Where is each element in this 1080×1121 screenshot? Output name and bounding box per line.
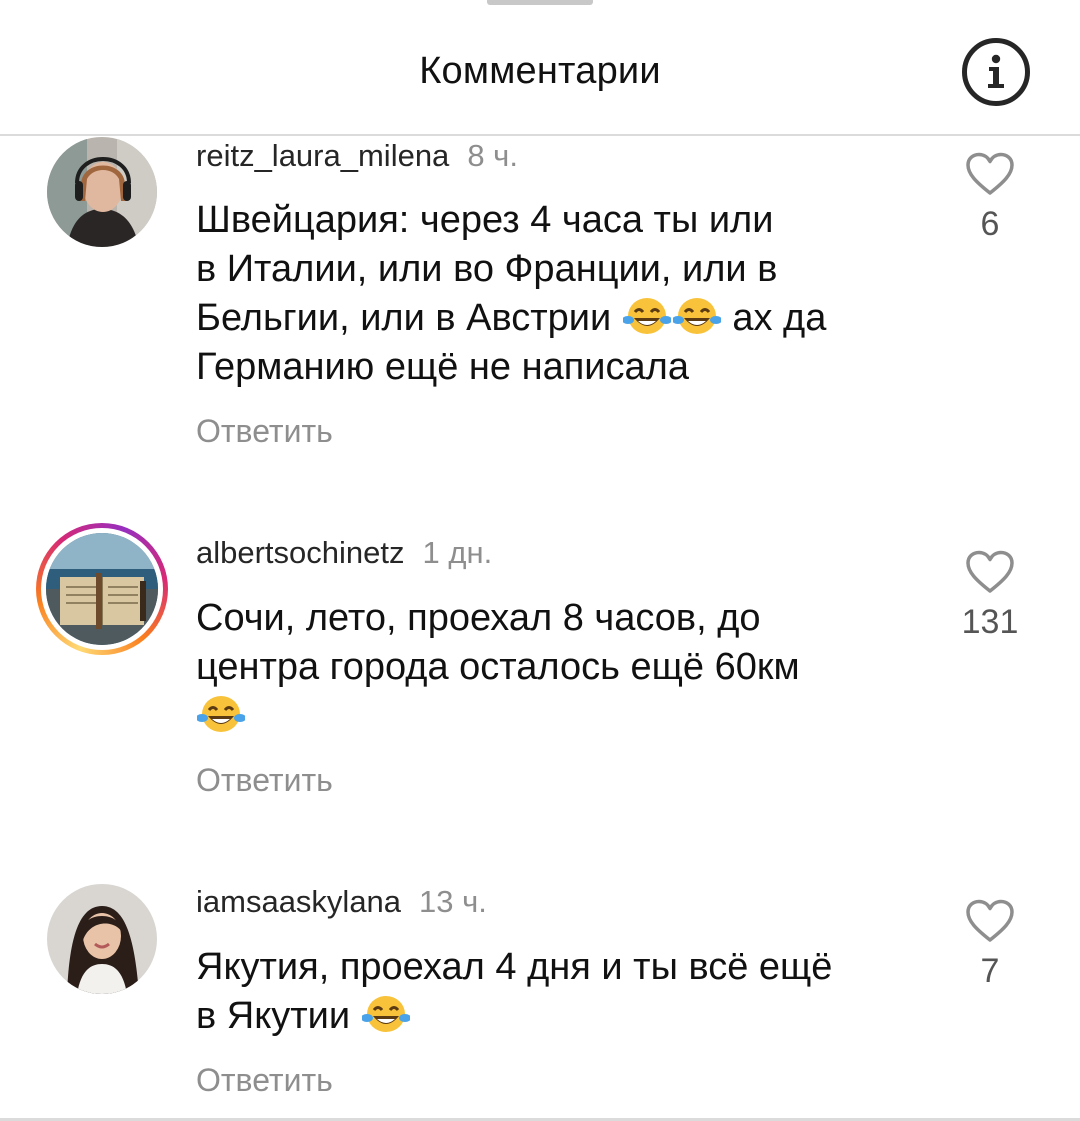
username[interactable]: albertsochinetz: [196, 535, 405, 570]
laughing-tears-emoji-icon: [622, 294, 671, 338]
comment-text: Швейцария: через 4 часа ты или в Италии,…: [196, 196, 916, 392]
like-count: 6: [980, 205, 1000, 243]
comment-meta: reitz_laura_milena 8 ч.: [196, 138, 518, 174]
comment-line: Якутия, проехал 4 дня и ты всё ещё: [196, 946, 833, 988]
comment-time: 8 ч.: [467, 138, 518, 173]
comment-meta: iamsaaskylana 13 ч.: [196, 884, 487, 920]
comment-meta: albertsochinetz 1 дн.: [196, 535, 492, 571]
heart-icon[interactable]: [965, 152, 1015, 196]
avatar: [46, 533, 158, 645]
comment-line: ах да: [721, 297, 827, 339]
username[interactable]: iamsaaskylana: [196, 884, 401, 919]
comment-time: 1 дн.: [422, 535, 493, 570]
comment-line: Сочи, лето, проехал 8 часов, до: [196, 597, 761, 639]
comments-header: Комментарии: [0, 0, 1080, 136]
avatar[interactable]: [47, 137, 157, 247]
info-icon: [988, 54, 1004, 88]
like-group: 7: [950, 899, 1030, 991]
like-count: 7: [980, 952, 1000, 990]
avatar[interactable]: [47, 884, 157, 994]
comment-line: Швейцария: через 4 часа ты или: [196, 199, 774, 241]
comment-line: в Италии, или во Франции, или в: [196, 248, 778, 290]
comment-text: Якутия, проехал 4 дня и ты всё ещё в Яку…: [196, 943, 916, 1041]
laughing-tears-emoji-icon: [361, 992, 410, 1036]
heart-icon[interactable]: [965, 550, 1015, 594]
reply-button[interactable]: Ответить: [196, 762, 333, 798]
like-count: 131: [961, 603, 1019, 641]
avatar-story-ring[interactable]: [36, 523, 168, 655]
comment-line: в Якутии: [196, 995, 351, 1037]
heart-icon[interactable]: [965, 899, 1015, 943]
comment-time: 13 ч.: [419, 884, 487, 919]
laughing-tears-emoji-icon: [672, 294, 721, 338]
comment-line: Бельгии, или в Австрии: [196, 297, 612, 339]
reply-button[interactable]: Ответить: [196, 413, 333, 449]
like-group: 6: [950, 152, 1030, 244]
username[interactable]: reitz_laura_milena: [196, 138, 449, 173]
comment-text: Сочи, лето, проехал 8 часов, до центра г…: [196, 594, 916, 741]
laughing-tears-emoji-icon: [197, 692, 245, 736]
page-title: Комментарии: [419, 50, 661, 92]
comment-line: центра города осталось ещё 60км: [196, 646, 800, 688]
like-group: 131: [950, 550, 1030, 642]
info-button[interactable]: [962, 38, 1030, 106]
reply-button[interactable]: Ответить: [196, 1062, 333, 1098]
comment-line: Германию ещё не написала: [196, 346, 689, 388]
